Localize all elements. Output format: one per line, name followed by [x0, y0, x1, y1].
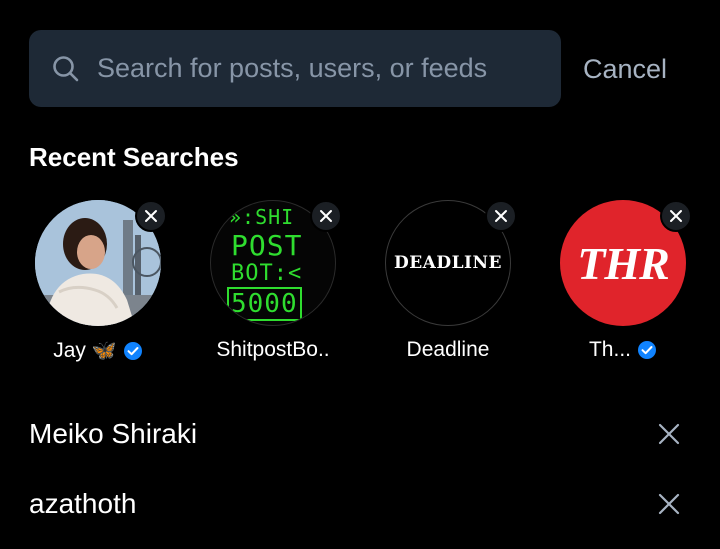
profile-name-row: ShitpostBo..: [193, 338, 353, 362]
recent-profile-jay[interactable]: Jay 🦋: [18, 200, 178, 370]
avatar-text-line: »:SHI: [229, 205, 295, 229]
search-input[interactable]: [97, 53, 545, 84]
avatar-wrap: [35, 200, 167, 326]
search-header: Cancel: [29, 30, 699, 107]
profile-name: Th...: [588, 338, 631, 361]
avatar-wrap: »:SHI POST BOT:< 5000: [210, 200, 342, 326]
recent-query-item[interactable]: Meiko Shiraki: [29, 404, 689, 464]
cancel-button[interactable]: Cancel: [583, 50, 667, 88]
close-icon: [658, 423, 680, 445]
close-icon: [670, 210, 682, 222]
recent-searches-title: Recent Searches: [29, 142, 239, 172]
profile-name-row: Deadline: [368, 338, 528, 362]
recent-query-item[interactable]: azathoth: [29, 474, 689, 534]
verified-check-icon: [123, 341, 142, 360]
avatar-wrap: THR: [560, 200, 692, 326]
search-box[interactable]: [29, 30, 561, 107]
remove-recent-button[interactable]: [135, 200, 167, 232]
profile-name-row: Jay 🦋: [18, 338, 178, 363]
close-icon: [145, 210, 157, 222]
close-icon: [658, 493, 680, 515]
profile-name-row: Th...: [543, 338, 703, 362]
recent-profile-thr[interactable]: THR Th...: [543, 200, 703, 370]
profile-name: Jay: [53, 338, 86, 362]
search-icon: [53, 55, 79, 81]
remove-recent-button[interactable]: [310, 200, 342, 232]
recent-query-label: azathoth: [29, 488, 137, 519]
close-icon: [320, 210, 332, 222]
butterfly-icon: 🦋: [91, 340, 117, 362]
recent-profile-shitpostbot[interactable]: »:SHI POST BOT:< 5000 ShitpostBo..: [193, 200, 353, 370]
avatar-text-line: POST: [231, 229, 303, 262]
profile-name: ShitpostBo..: [216, 338, 330, 361]
avatar-wrap: DEADLINE: [385, 200, 517, 326]
avatar-text-line: 5000: [227, 287, 302, 321]
remove-recent-button[interactable]: [660, 200, 692, 232]
remove-query-button[interactable]: [649, 414, 689, 454]
recent-profile-deadline[interactable]: DEADLINE Deadline: [368, 200, 528, 370]
verified-check-icon: [638, 341, 656, 359]
remove-query-button[interactable]: [649, 484, 689, 524]
search-screen: Cancel Recent Searches: [0, 0, 720, 549]
avatar-logo-text: THR: [577, 237, 670, 289]
remove-recent-button[interactable]: [485, 200, 517, 232]
close-icon: [495, 210, 507, 222]
profile-name: Deadline: [406, 338, 490, 361]
recent-query-label: Meiko Shiraki: [29, 418, 198, 449]
avatar-text-line: BOT:<: [231, 261, 303, 286]
avatar-logo-text: DEADLINE: [393, 253, 503, 273]
